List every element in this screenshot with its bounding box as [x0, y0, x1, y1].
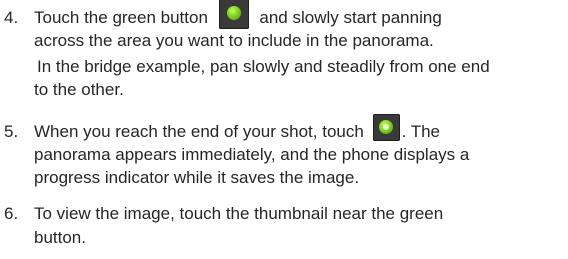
step-4-note-line-2: to the other.	[34, 80, 124, 99]
instruction-document: 4. Touch the green button and slowly sta…	[0, 0, 568, 259]
step-5-line-2: panorama appears immediately, and the ph…	[34, 145, 470, 164]
step-4-note-line-1: In the bridge example, pan slowly and st…	[37, 57, 490, 76]
step-4-text-b: and slowly start panning	[259, 8, 442, 27]
step-5-line-1: When you reach the end of your shot, tou…	[34, 114, 440, 142]
step-4-line-2: across the area you want to include in t…	[34, 31, 434, 50]
step-5-text-a: When you reach the end of your shot, tou…	[34, 122, 364, 141]
step-number: 5.	[4, 122, 19, 141]
step-5-line-3: progress indicator while it saves the im…	[34, 168, 360, 187]
green-shutter-icon	[218, 0, 249, 29]
shutter-dot	[226, 5, 241, 20]
step-6-line-1: To view the image, touch the thumbnail n…	[34, 204, 444, 223]
step-number: 4.	[4, 8, 19, 27]
step-4-text-a: Touch the green button	[34, 8, 208, 27]
step-5-text-b: . The	[401, 122, 440, 141]
step-4-line-1: Touch the green button and slowly start …	[34, 0, 442, 29]
step-6-line-2: button.	[34, 228, 86, 247]
step-number: 6.	[4, 204, 19, 223]
green-shutter-stop-icon	[372, 114, 400, 142]
shutter-center	[382, 124, 389, 131]
